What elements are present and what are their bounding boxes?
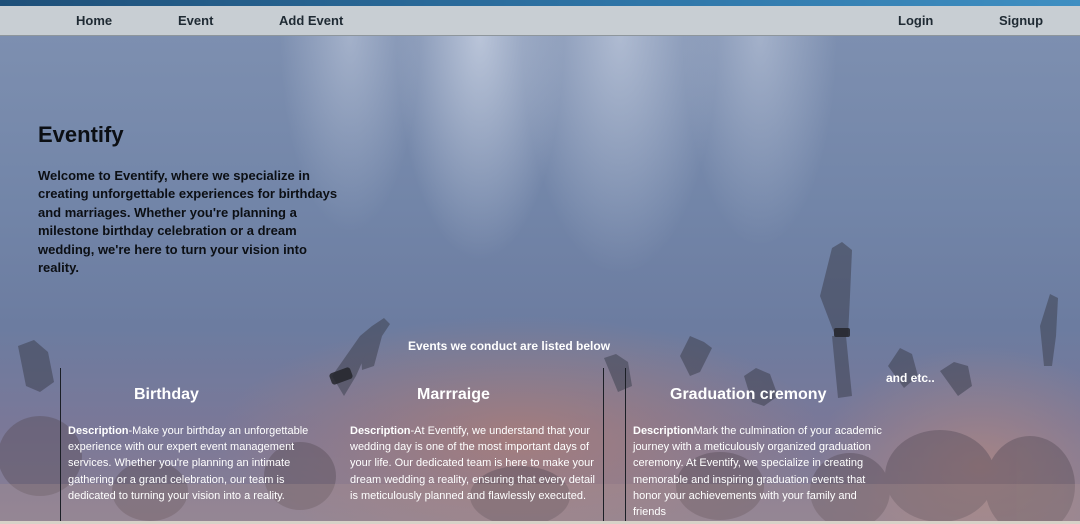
navbar: Home Event Add Event Login Signup — [0, 6, 1080, 36]
hero-intro-text: Welcome to Eventify, where we specialize… — [38, 168, 338, 276]
event-card-description: Description-At Eventify, we understand t… — [350, 423, 600, 504]
nav-add-event-link[interactable]: Add Event — [279, 13, 343, 28]
event-card-title: Graduation cremony — [670, 386, 827, 403]
nav-event-link[interactable]: Event — [178, 13, 213, 28]
description-label: Description — [633, 425, 694, 437]
event-card-marriage: Marrraige Description-At Eventify, we un… — [342, 368, 604, 522]
nav-login-link[interactable]: Login — [898, 13, 933, 28]
event-card-title: Birthday — [134, 386, 199, 403]
nav-home-link[interactable]: Home — [76, 13, 112, 28]
nav-signup-link[interactable]: Signup — [999, 13, 1043, 28]
event-card-graduation: Graduation cremony DescriptionMark the c… — [625, 368, 895, 522]
event-card-title: Marrraige — [417, 386, 490, 403]
hero-section: Eventify Welcome to Eventify, where we s… — [0, 36, 1080, 522]
event-card-birthday: Birthday Description-Make your birthday … — [60, 368, 335, 522]
events-caption: Events we conduct are listed below — [408, 339, 611, 353]
description-text: Mark the culmination of your academic jo… — [633, 425, 882, 519]
hero-title: Eventify — [38, 122, 124, 147]
event-card-description: DescriptionMark the culmination of your … — [633, 423, 891, 520]
event-card-description: Description-Make your birthday an unforg… — [68, 423, 324, 504]
description-label: Description — [68, 425, 129, 437]
description-label: Description — [350, 425, 411, 437]
